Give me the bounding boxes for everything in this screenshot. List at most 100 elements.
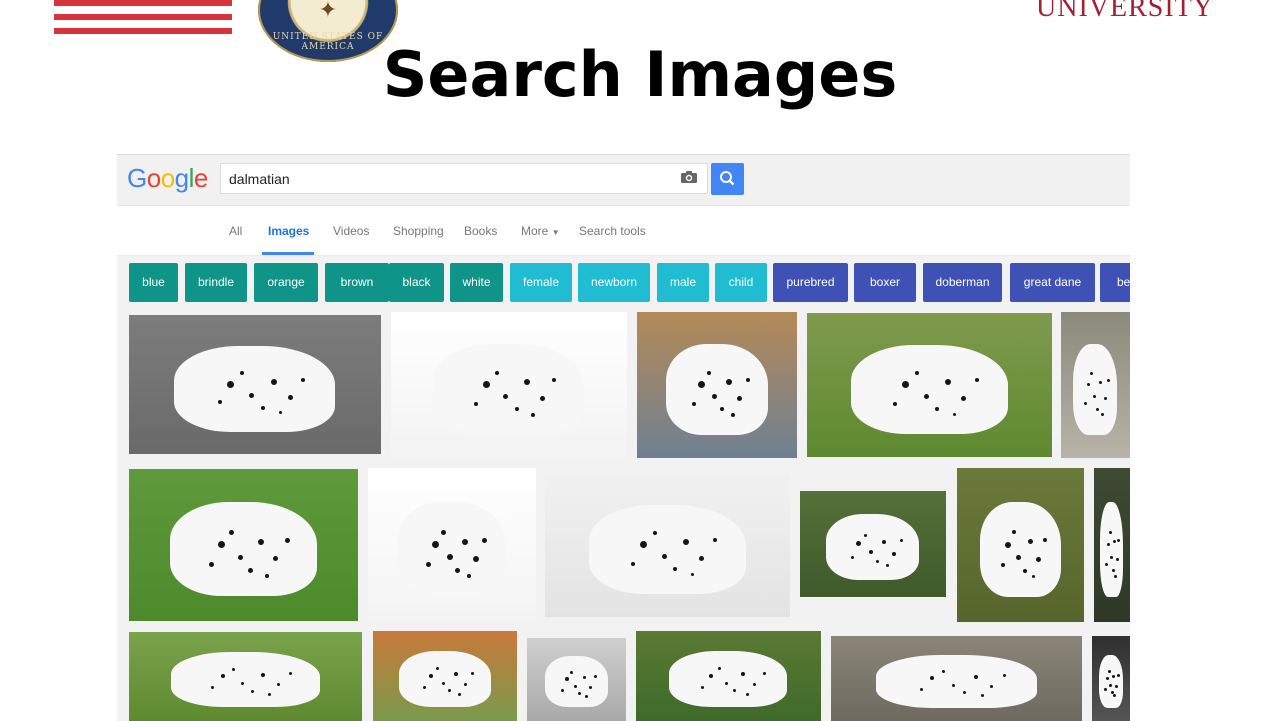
dalmatian-spot [471,672,474,675]
dalmatian-spot [691,573,694,576]
image-result-thumbnail[interactable] [800,491,946,597]
search-icon [720,171,735,186]
tab-more[interactable]: More ▼ [521,224,560,238]
camera-icon[interactable] [680,170,698,184]
dalmatian-spot [953,413,956,416]
related-search-chip[interactable]: black [389,263,444,302]
dalmatian-spot [631,562,635,566]
image-result-thumbnail[interactable] [391,312,627,458]
dalmatian-spot [301,378,305,382]
dalmatian-spot [753,683,756,686]
logo-letter: e [193,163,208,193]
dalmatian-spot [474,402,478,406]
tab-images[interactable]: Images [268,224,309,238]
image-result-thumbnail[interactable] [129,632,362,721]
dalmatian-spot [289,672,292,675]
image-result-thumbnail[interactable] [1092,636,1130,721]
dalmatian-spot [1107,543,1110,546]
dalmatian-spot [726,379,732,385]
related-search-chip[interactable]: white [450,263,503,302]
tab-all[interactable]: All [229,224,242,238]
dalmatian-figure [589,505,746,594]
dalmatian-figure [826,514,919,580]
related-search-chip[interactable]: child [715,263,767,302]
dalmatian-spot [1117,674,1120,677]
dalmatian-spot [249,393,254,398]
search-header: Google dalmatian [117,155,1130,206]
related-search-chip[interactable]: brown [325,263,389,302]
dalmatian-spot [1117,539,1120,542]
dalmatian-spot [583,676,586,679]
dalmatian-spot [746,693,749,696]
image-result-thumbnail[interactable] [545,473,790,617]
dalmatian-figure [398,502,506,597]
dalmatian-spot [221,674,225,678]
related-search-chip[interactable]: boxer [854,263,916,302]
image-result-thumbnail[interactable] [527,638,626,721]
related-search-chip[interactable]: purebred [773,263,848,302]
dalmatian-spot [698,381,705,388]
image-result-thumbnail[interactable] [129,469,358,621]
image-result-thumbnail[interactable] [807,313,1052,457]
related-search-chip[interactable]: newborn [578,263,650,302]
related-search-chip[interactable]: great dane [1010,263,1095,302]
image-result-thumbnail[interactable] [368,468,536,622]
dalmatian-spot [429,674,433,678]
dalmatian-spot [1096,408,1099,411]
chevron-down-icon: ▼ [551,228,560,237]
image-result-thumbnail[interactable] [373,631,517,721]
dalmatian-spot [248,568,253,573]
dalmatian-spot [1012,530,1016,534]
tab-search-tools[interactable]: Search tools [579,224,646,238]
related-search-chip[interactable]: brindle [185,263,247,302]
dalmatian-spot [423,686,426,689]
dalmatian-spot [1090,372,1093,375]
dalmatian-spot [902,381,909,388]
dalmatian-spot [448,689,451,692]
logo-letter: G [127,163,147,193]
tab-books[interactable]: Books [464,224,497,238]
dalmatian-spot [1107,379,1110,382]
dalmatian-spot [1001,563,1005,567]
dalmatian-spot [725,682,728,685]
dalmatian-figure [545,656,608,707]
tab-videos[interactable]: Videos [333,224,369,238]
related-search-chip[interactable]: blue [129,263,178,302]
dalmatian-spot [232,668,235,671]
image-result-thumbnail[interactable] [1061,312,1130,458]
dalmatian-spot [524,379,530,385]
dalmatian-spot [273,556,278,561]
active-tab-indicator [262,252,314,255]
search-button[interactable] [711,163,744,195]
image-result-thumbnail[interactable] [636,631,821,721]
dalmatian-spot [869,550,873,554]
dalmatian-figure [980,502,1061,597]
dalmatian-spot [585,695,588,698]
dalmatian-spot [653,531,657,535]
related-search-chip[interactable]: orange [254,263,318,302]
image-result-thumbnail[interactable] [637,312,797,458]
tab-shopping[interactable]: Shopping [393,224,444,238]
related-search-chip[interactable]: female [510,263,572,302]
dalmatian-spot [1043,538,1047,542]
dalmatian-spot [594,675,597,678]
related-search-chip[interactable]: doberman [923,263,1002,302]
dalmatian-spot [261,673,265,677]
related-search-chip[interactable]: beagle [1100,263,1130,302]
search-input[interactable]: dalmatian [220,163,708,194]
dalmatian-spot [1093,395,1096,398]
image-result-thumbnail[interactable] [129,315,381,454]
dalmatian-spot [442,682,445,685]
dalmatian-spot [268,693,271,696]
dalmatian-spot [288,395,293,400]
dalmatian-figure [170,502,317,596]
google-logo[interactable]: Google [127,163,208,194]
dalmatian-spot [856,541,861,546]
dalmatian-spot [990,685,993,688]
dalmatian-spot [455,568,460,573]
dalmatian-spot [515,407,519,411]
related-search-chip[interactable]: male [657,263,709,302]
image-result-thumbnail[interactable] [1094,468,1130,622]
image-result-thumbnail[interactable] [957,468,1084,622]
image-result-thumbnail[interactable] [831,636,1082,721]
